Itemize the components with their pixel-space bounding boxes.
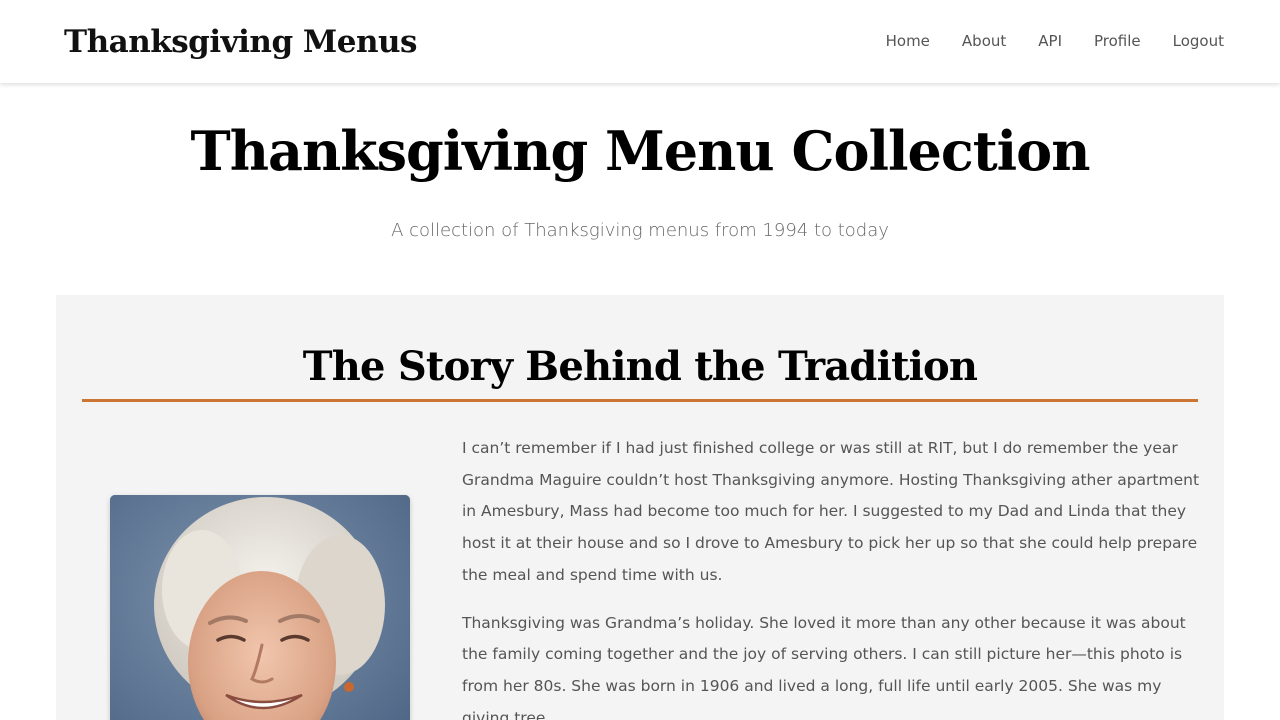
navbar: Thanksgiving Menus Home About API Profil… xyxy=(0,0,1280,83)
nav-link-api[interactable]: API xyxy=(1038,30,1062,52)
portrait-image xyxy=(110,495,410,720)
nav-links: Home About API Profile Logout xyxy=(854,30,1224,52)
story-paragraph-1: I can’t remember if I had just finished … xyxy=(462,439,1200,584)
story-paragraph-2: Thanksgiving was Grandma’s holiday. She … xyxy=(462,613,1186,720)
page-title: Thanksgiving Menu Collection xyxy=(190,119,1091,183)
brand-logo-link[interactable]: Thanksgiving Menus xyxy=(64,22,417,62)
page-subtitle: A collection of Thanksgiving menus from … xyxy=(391,220,889,241)
grandma-photo xyxy=(110,495,410,720)
heading-divider xyxy=(82,399,1198,402)
nav-link-about[interactable]: About xyxy=(962,30,1006,52)
nav-link-home[interactable]: Home xyxy=(886,30,930,52)
story-text: I can’t remember if I had just finished … xyxy=(462,433,1202,720)
nav-link-profile[interactable]: Profile xyxy=(1094,30,1141,52)
story-section: The Story Behind the Tradition I can’t r… xyxy=(56,295,1224,720)
story-heading: The Story Behind the Tradition xyxy=(302,343,978,390)
nav-link-logout[interactable]: Logout xyxy=(1173,30,1224,52)
